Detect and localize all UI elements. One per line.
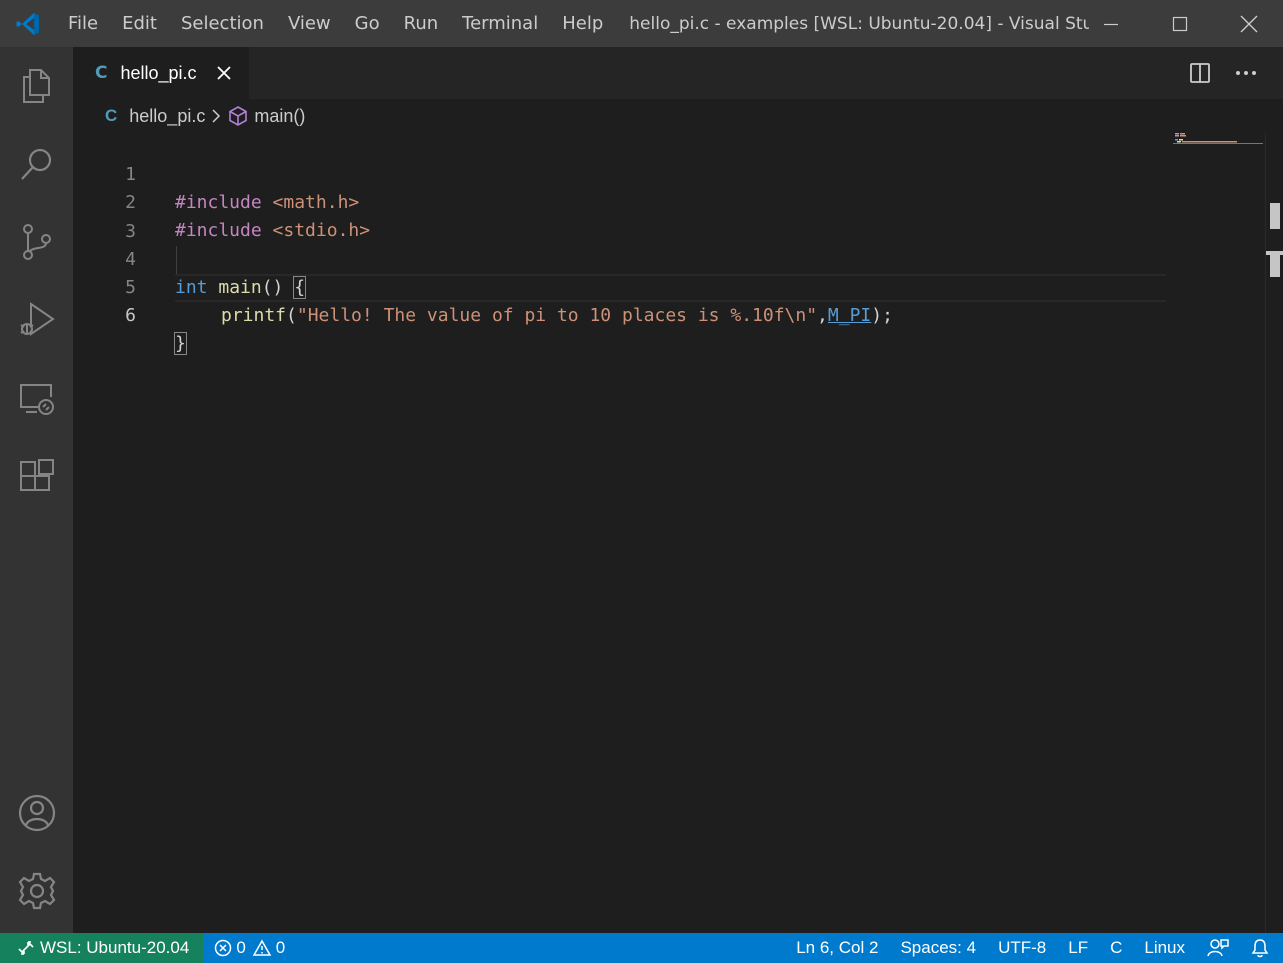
warning-count: 0 xyxy=(275,938,286,957)
breadcrumb-file[interactable]: hello_pi.c xyxy=(129,106,205,127)
vertical-scrollbar[interactable] xyxy=(1265,133,1283,933)
title-bar: File Edit Selection View Go Run Terminal… xyxy=(0,0,1283,47)
status-bar: WSL: Ubuntu-20.04 0 0 Ln 6, Col 2 Spaces… xyxy=(0,933,1283,963)
feedback-button[interactable] xyxy=(1196,933,1240,963)
notifications-bell-icon xyxy=(1251,939,1269,958)
activity-bar xyxy=(0,47,73,933)
cursor-position[interactable]: Ln 6, Col 2 xyxy=(785,933,889,963)
more-actions-button[interactable] xyxy=(1223,47,1269,99)
chevron-right-icon xyxy=(211,108,221,124)
more-actions-icon xyxy=(1236,71,1256,75)
remote-explorer-icon xyxy=(19,384,54,415)
split-editor-button[interactable] xyxy=(1177,47,1223,99)
code-line: 3 xyxy=(73,190,1173,242)
string-literal: "Hello! The value of pi to 10 places is … xyxy=(296,305,818,326)
window-controls xyxy=(1076,0,1283,47)
encoding-setting[interactable]: UTF-8 xyxy=(987,933,1057,963)
menu-selection[interactable]: Selection xyxy=(169,0,276,47)
window-title: hello_pi.c - examples [WSL: Ubuntu-20.04… xyxy=(629,13,1090,34)
status-bar-right: Ln 6, Col 2 Spaces: 4 UTF-8 LF C Linux xyxy=(785,933,1283,963)
vscode-logo-icon xyxy=(0,0,56,47)
c-file-icon: C xyxy=(105,106,118,125)
indentation-setting[interactable]: Spaces: 4 xyxy=(889,933,987,963)
split-editor-icon xyxy=(1190,63,1210,83)
language-mode[interactable]: C xyxy=(1099,933,1133,963)
search-icon xyxy=(20,148,51,180)
function-call: printf xyxy=(221,305,287,326)
tab-close-button[interactable] xyxy=(215,64,233,82)
problems-indicator[interactable]: 0 0 xyxy=(203,933,296,963)
source-control-icon xyxy=(22,224,51,260)
line-number: 6 xyxy=(125,305,136,326)
minimize-icon xyxy=(1103,23,1118,25)
menu-bar: File Edit Selection View Go Run Terminal… xyxy=(56,0,615,47)
maximize-button[interactable] xyxy=(1145,0,1214,47)
menu-help[interactable]: Help xyxy=(550,0,615,47)
breadcrumb: C hello_pi.c main() xyxy=(73,99,1283,133)
comma: , xyxy=(817,305,828,326)
code-line: 2 #include <stdio.h> xyxy=(73,161,1173,241)
feedback-icon xyxy=(1207,939,1229,957)
menu-go[interactable]: Go xyxy=(343,0,392,47)
menu-view[interactable]: View xyxy=(276,0,343,47)
eol-setting[interactable]: LF xyxy=(1057,933,1099,963)
menu-run[interactable]: Run xyxy=(392,0,451,47)
menu-terminal[interactable]: Terminal xyxy=(450,0,550,47)
error-icon xyxy=(215,939,232,957)
extensions-button[interactable] xyxy=(0,437,73,515)
close-icon xyxy=(216,66,231,80)
code-line: 6 } xyxy=(73,274,1173,355)
c-file-icon: C xyxy=(95,63,108,83)
run-debug-icon xyxy=(19,302,55,336)
minimize-button[interactable] xyxy=(1076,0,1145,47)
editor-tab-bar: C hello_pi.c xyxy=(73,47,1283,99)
symbol-method-icon xyxy=(227,105,249,127)
tab-label: hello_pi.c xyxy=(120,62,197,83)
code-line: 5 printf("Hello! The value of pi to 10 p… xyxy=(73,246,1173,326)
paren-close: ); xyxy=(871,305,893,326)
manage-gear-icon xyxy=(18,872,55,910)
breadcrumb-symbol[interactable]: main() xyxy=(254,106,305,127)
search-button[interactable] xyxy=(0,125,73,203)
run-debug-button[interactable] xyxy=(0,281,73,359)
manage-button[interactable] xyxy=(0,852,73,930)
error-count: 0 xyxy=(236,938,246,957)
explorer-icon xyxy=(22,69,50,103)
scrollbar-thumb[interactable] xyxy=(1270,203,1280,229)
remote-explorer-button[interactable] xyxy=(0,359,73,437)
macro-constant: M_PI xyxy=(827,305,872,326)
warning-icon xyxy=(252,939,272,956)
overview-ruler-marker xyxy=(1270,251,1280,277)
code-editor[interactable]: 1 #include <math.h> 2 #include <stdio.h>… xyxy=(73,133,1283,933)
extensions-icon xyxy=(19,459,54,491)
close-window-button[interactable] xyxy=(1214,0,1283,47)
remote-icon xyxy=(18,941,34,955)
notifications-button[interactable] xyxy=(1240,933,1283,963)
menu-edit[interactable]: Edit xyxy=(110,0,169,47)
accounts-button[interactable] xyxy=(0,774,73,852)
paren-open: ( xyxy=(286,305,297,326)
close-icon xyxy=(1240,15,1257,32)
menu-file[interactable]: File xyxy=(56,0,110,47)
platform-config[interactable]: Linux xyxy=(1133,933,1196,963)
remote-indicator[interactable]: WSL: Ubuntu-20.04 xyxy=(0,933,204,963)
source-control-button[interactable] xyxy=(0,203,73,281)
maximize-icon xyxy=(1172,16,1187,31)
tab-hello-pi[interactable]: C hello_pi.c xyxy=(73,47,249,99)
code-line: 1 #include <math.h> xyxy=(73,133,1173,213)
accounts-icon xyxy=(18,794,55,832)
minimap[interactable] xyxy=(1173,133,1265,153)
code-line: 4 int main() { xyxy=(73,218,1173,299)
remote-label: WSL: Ubuntu-20.04 xyxy=(40,938,190,957)
close-brace: } xyxy=(174,332,187,355)
explorer-button[interactable] xyxy=(0,47,73,125)
editor-actions xyxy=(1177,47,1283,99)
